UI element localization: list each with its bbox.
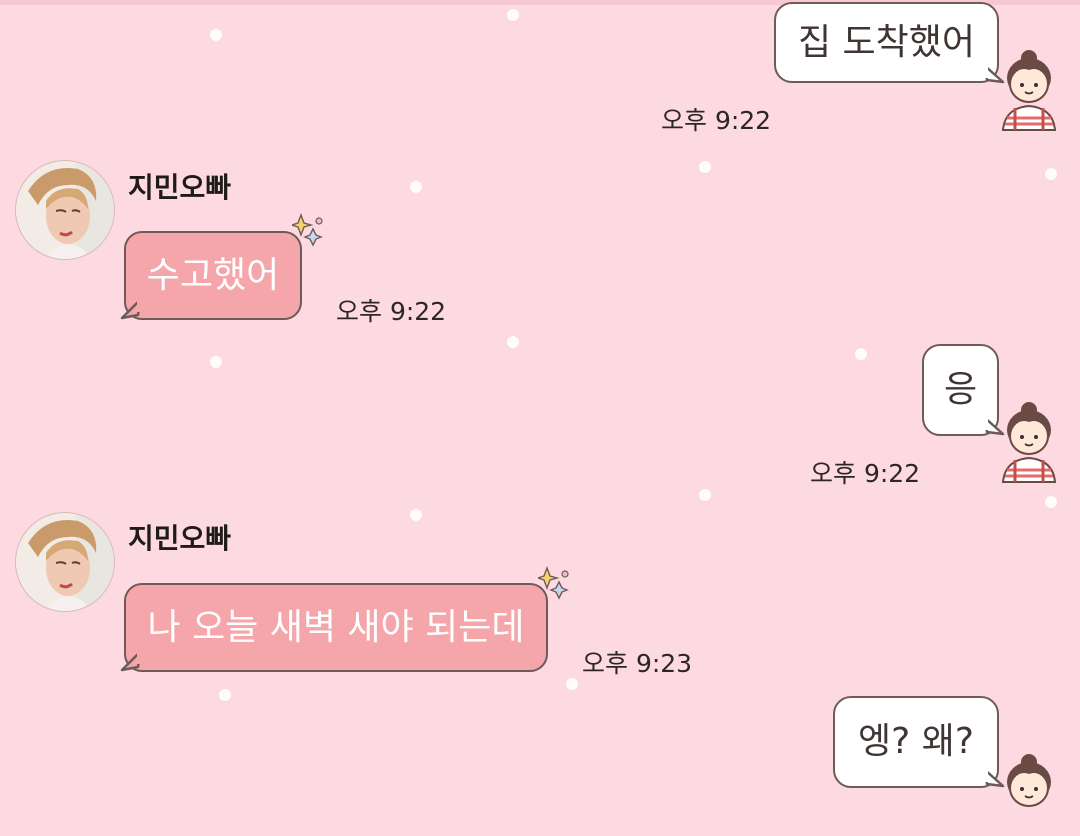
sender-name: 지민오빠 [128, 522, 232, 555]
profile-photo-icon [16, 513, 114, 611]
message-text: 응 [943, 369, 978, 410]
bubble-tail [120, 300, 142, 320]
contact-avatar[interactable] [15, 160, 115, 260]
background-dot [1045, 168, 1057, 180]
sparkle-icon [538, 566, 569, 600]
message-timestamp: 오후 9:22 [661, 106, 772, 135]
background-dot [566, 678, 578, 690]
message-text: 집 도착했어 [797, 21, 976, 63]
background-dot [699, 489, 711, 501]
message-timestamp: 오후 9:22 [336, 297, 447, 326]
background-dot [507, 336, 519, 348]
message-bubble-received[interactable]: 수고했어 [124, 231, 302, 320]
background-dot [507, 9, 519, 21]
bubble-tail [120, 652, 142, 672]
contact-avatar[interactable] [15, 512, 115, 612]
background-dot [210, 356, 222, 368]
message-timestamp: 오후 9:23 [582, 649, 693, 678]
background-dot [410, 181, 422, 193]
girl-avatar-icon[interactable] [997, 752, 1061, 836]
profile-photo-icon [16, 161, 114, 259]
background-dot [210, 29, 222, 41]
message-text: 수고했어 [146, 254, 280, 296]
background-dot [1045, 496, 1057, 508]
girl-avatar-icon[interactable] [997, 48, 1061, 132]
message-bubble-received[interactable]: 나 오늘 새벽 새야 되는데 [124, 583, 548, 672]
message-text: 나 오늘 새벽 새야 되는데 [147, 606, 525, 648]
background-dot [699, 161, 711, 173]
background-dot [855, 348, 867, 360]
sender-name: 지민오빠 [128, 171, 232, 204]
girl-avatar-icon[interactable] [997, 400, 1061, 484]
message-timestamp: 오후 9:22 [810, 459, 921, 488]
sparkle-icon [292, 213, 323, 247]
message-text: 엥? 왜? [858, 721, 974, 762]
message-bubble-sent[interactable]: 엥? 왜? [833, 696, 999, 788]
background-dot [219, 689, 231, 701]
background-dot [410, 509, 422, 521]
message-bubble-sent[interactable]: 집 도착했어 [774, 2, 999, 83]
